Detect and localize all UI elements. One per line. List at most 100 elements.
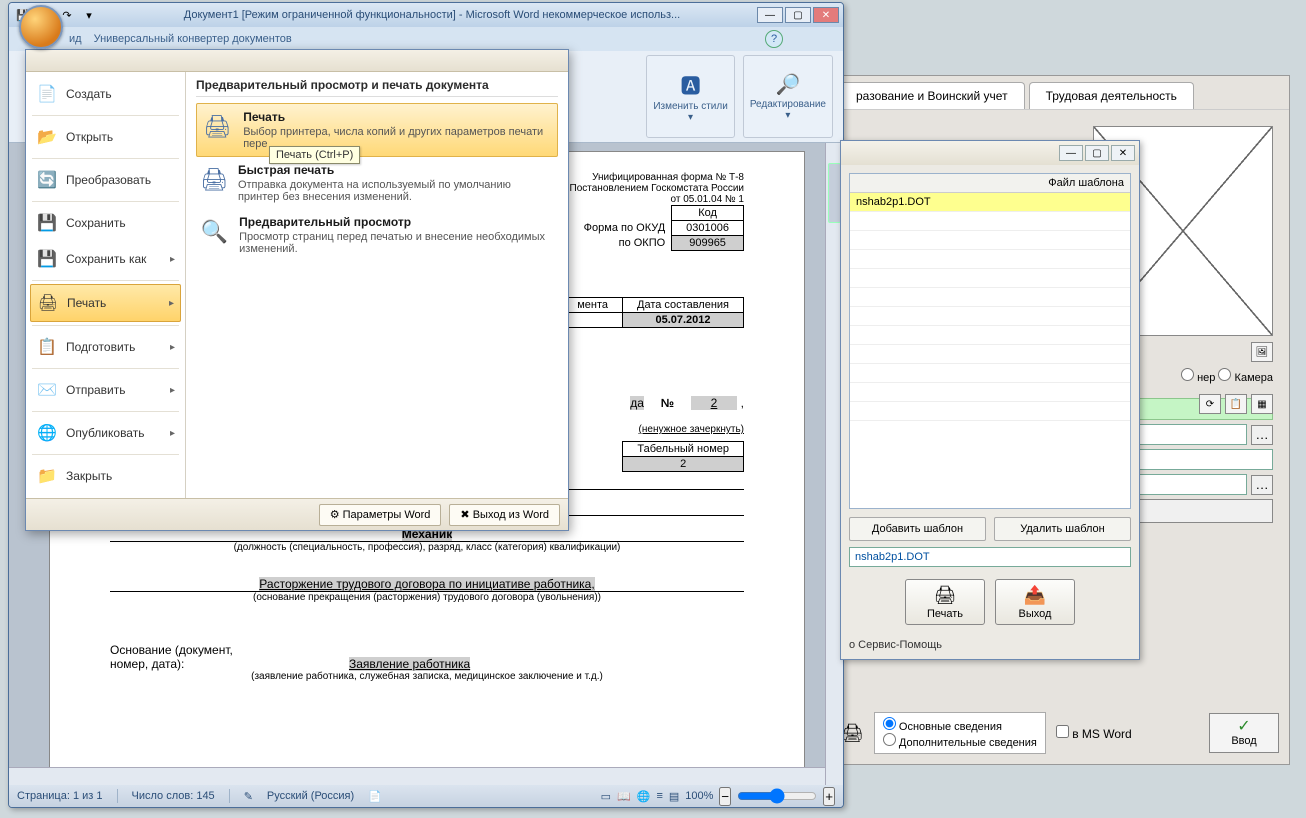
date1-picker-button[interactable]: … (1251, 425, 1273, 445)
print-preview-item[interactable]: 🔍 Предварительный просмотрПросмотр стран… (196, 209, 558, 261)
template-list-header: Файл шаблона (850, 174, 1130, 193)
template-row[interactable] (850, 307, 1130, 326)
delete-template-button[interactable]: Удалить шаблон (994, 517, 1131, 541)
grid-icon-button[interactable]: ▦ (1251, 394, 1273, 414)
tab-education[interactable]: разование и Воинский учет (839, 82, 1025, 109)
office-button[interactable] (19, 5, 63, 49)
template-row[interactable] (850, 326, 1130, 345)
status-language[interactable]: Русский (Россия) (267, 790, 354, 802)
print-icon: 🖨 (37, 292, 59, 314)
enter-button[interactable]: ✓Ввод (1209, 713, 1279, 753)
horizontal-scrollbar[interactable] (9, 767, 825, 785)
printer-icon: 🖨 (201, 110, 233, 144)
code-table: Код Форма по ОКУД0301006 по ОКПО909965 (570, 205, 744, 251)
window-title: Документ1 [Режим ограниченной функционал… (107, 9, 757, 21)
proofing-icon[interactable]: ✎ (244, 790, 253, 803)
print-item[interactable]: 🖨 ПечатьВыбор принтера, числа копий и др… (196, 103, 558, 157)
view-web-icon[interactable]: 🌐 (637, 790, 651, 803)
template-list[interactable]: Файл шаблона nshab2p1.DOT (849, 173, 1131, 509)
status-page: Страница: 1 из 1 (17, 790, 103, 802)
zoom-in-button[interactable]: + (823, 787, 835, 806)
print-tooltip: Печать (Ctrl+P) (269, 146, 360, 164)
word-options-button[interactable]: ⚙ Параметры Word (319, 504, 442, 526)
radio-camera[interactable]: Камера (1218, 372, 1273, 384)
menu-convert[interactable]: 🔄Преобразовать (30, 162, 181, 198)
date2-picker-button[interactable]: … (1251, 475, 1273, 495)
exit-icon: 📤 (1024, 585, 1046, 606)
menu-save[interactable]: 💾Сохранить (30, 205, 181, 241)
ribbon-group-styles[interactable]: 🅰 Изменить стили▾ (646, 55, 734, 138)
send-icon: ✉️ (36, 379, 58, 401)
job-caption: (должность (специальность, профессия), р… (110, 542, 744, 553)
print-template-button[interactable]: 🖨Печать (905, 579, 985, 625)
template-row[interactable] (850, 250, 1130, 269)
dialog-close-button[interactable]: ✕ (1111, 145, 1135, 161)
template-row[interactable] (850, 269, 1130, 288)
basis-caption: (основание прекращения (расторжения) тру… (110, 592, 744, 603)
view-read-icon[interactable]: 📖 (617, 790, 631, 803)
radio-scanner[interactable]: нер (1181, 372, 1215, 384)
save-icon: 💾 (36, 212, 58, 234)
menu-print[interactable]: 🖨Печать▸ (30, 284, 181, 322)
menu-open[interactable]: 📂Открыть (30, 119, 181, 155)
menu-prepare[interactable]: 📋Подготовить▸ (30, 329, 181, 365)
window-minimize-button[interactable]: — (757, 7, 783, 23)
view-outline-icon[interactable]: ≡ (656, 790, 662, 802)
view-draft-icon[interactable]: ▤ (669, 790, 679, 803)
view-print-icon[interactable]: ▭ (601, 790, 611, 803)
exit-icon: ✖ (460, 509, 469, 521)
window-close-button[interactable]: ✕ (813, 7, 839, 23)
options-icon: ⚙ (330, 509, 340, 521)
template-row[interactable]: nshab2p1.DOT (850, 193, 1130, 212)
photo-edit-button[interactable]: 🖼 (1251, 342, 1273, 362)
close-doc-icon: 📁 (36, 465, 58, 487)
ribbon-group-editing[interactable]: 🔎 Редактирование▾ (743, 55, 833, 138)
dialog-maximize-button[interactable]: ▢ (1085, 145, 1109, 161)
menu-send[interactable]: ✉️Отправить▸ (30, 372, 181, 408)
qat-customize-button[interactable]: ▾ (79, 6, 99, 24)
zoom-slider[interactable] (737, 788, 817, 804)
new-icon: 📄 (36, 83, 58, 105)
radio-main-info[interactable]: Основные сведения (883, 721, 1002, 733)
office-menu-right: Предварительный просмотр и печать докуме… (186, 72, 568, 498)
exit-template-button[interactable]: 📤Выход (995, 579, 1075, 625)
zoom-out-button[interactable]: − (719, 787, 731, 806)
status-words: Число слов: 145 (132, 790, 215, 802)
quick-print-item[interactable]: 🖨 Быстрая печатьОтправка документа на ис… (196, 157, 558, 209)
template-row[interactable] (850, 231, 1130, 250)
menu-create[interactable]: 📄Создать (30, 76, 181, 112)
word-window: 💾 ↶ ↷ ▾ Документ1 [Режим ограниченной фу… (8, 2, 844, 808)
exit-word-button[interactable]: ✖ Выход из Word (449, 504, 560, 526)
menu-save-as[interactable]: 💾Сохранить как▸ (30, 241, 181, 277)
track-changes-icon[interactable]: 📄 (368, 790, 382, 803)
menu-publish[interactable]: 🌐Опубликовать▸ (30, 415, 181, 451)
find-icon: 🔎 (775, 72, 800, 97)
template-dialog: — ▢ ✕ Файл шаблона nshab2p1.DOT Добавить… (840, 140, 1140, 660)
checkbox-ms-word[interactable]: в MS Word (1056, 725, 1132, 741)
ribbon-tab-converter[interactable]: Универсальный конвертер документов (94, 33, 292, 45)
template-row[interactable] (850, 345, 1130, 364)
tab-work[interactable]: Трудовая деятельность (1029, 82, 1194, 109)
prepare-icon: 📋 (36, 336, 58, 358)
ribbon-tab-view[interactable]: ид (69, 33, 82, 45)
help-icon[interactable]: ? (765, 30, 783, 48)
template-row[interactable] (850, 383, 1130, 402)
template-row[interactable] (850, 212, 1130, 231)
convert-icon: 🔄 (36, 169, 58, 191)
list-icon-button[interactable]: 📋 (1225, 394, 1247, 414)
template-row[interactable] (850, 288, 1130, 307)
basis-doc-label: Основание (документ, (110, 643, 233, 657)
radio-extra-info[interactable]: Дополнительные сведения (883, 737, 1037, 749)
menu-close[interactable]: 📁Закрыть (30, 458, 181, 494)
template-row[interactable] (850, 364, 1130, 383)
open-icon: 📂 (36, 126, 58, 148)
window-maximize-button[interactable]: ▢ (785, 7, 811, 23)
template-row[interactable] (850, 402, 1130, 421)
dialog-minimize-button[interactable]: — (1059, 145, 1083, 161)
quick-print-icon: 🖨 (200, 163, 228, 197)
add-template-button[interactable]: Добавить шаблон (849, 517, 986, 541)
info-radio-group: Основные сведения Дополнительные сведени… (874, 712, 1046, 754)
styles-icon: 🅰 (681, 70, 701, 99)
refresh-icon-button[interactable]: ⟳ (1199, 394, 1221, 414)
selected-template-field[interactable] (849, 547, 1131, 567)
